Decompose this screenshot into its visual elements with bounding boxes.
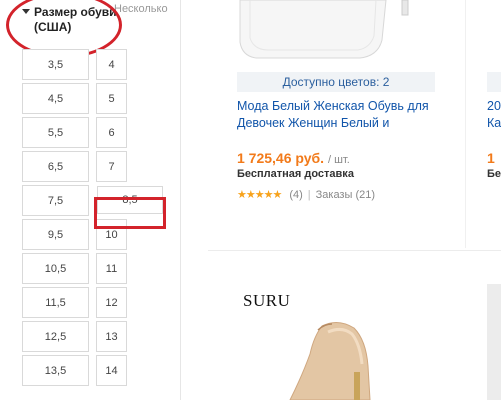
partial-shipping-label: Бе (487, 168, 501, 180)
partial-title-line-1: 20 (487, 99, 501, 113)
price-unit: / шт. (327, 154, 350, 166)
brand-logo-text: SURU (243, 291, 291, 310)
size-option-right[interactable]: 13 (96, 321, 127, 352)
size-option-right[interactable]: 7 (96, 151, 127, 182)
size-option-right[interactable]: 5 (96, 83, 127, 114)
partial-product-price: 1 (487, 150, 495, 166)
size-option-left[interactable]: 7,5 (22, 185, 89, 216)
partial-product-image[interactable] (487, 284, 501, 400)
size-filter-panel: Размер обуви (США) Несколько 3,5 4,5 5,5 6,… (0, 0, 180, 400)
colors-available-badge: Доступно цветов: 2 (237, 72, 435, 92)
sidebar-divider (180, 0, 181, 400)
star-rating-icon: ★★★★★ (237, 189, 282, 201)
size-option-left[interactable]: 12,5 (22, 321, 89, 352)
size-option-left[interactable]: 6,5 (22, 151, 89, 182)
size-option-left[interactable]: 9,5 (22, 219, 89, 250)
size-option-left[interactable]: 10,5 (22, 253, 89, 284)
size-option-right[interactable]: 4 (96, 49, 127, 80)
size-option-right[interactable]: 14 (96, 355, 127, 386)
product-image-heel[interactable] (250, 318, 410, 401)
size-option-left[interactable]: 11,5 (22, 287, 89, 318)
separator: | (307, 188, 311, 201)
grid-divider-horizontal (208, 250, 501, 251)
review-count-link[interactable]: (4) (289, 189, 302, 201)
colors-available-badge-partial (487, 72, 501, 92)
rating-row: ★★★★★ (4) | Заказы (21) (237, 188, 376, 202)
product-title-link[interactable]: Мода Белый Женская Обувь для Девочек Жен… (237, 98, 437, 132)
orders-count: Заказы (21) (315, 188, 376, 201)
product-price: 1 725,46 руб. / шт. (237, 150, 350, 166)
filter-multiple-link[interactable]: Несколько (114, 3, 168, 15)
partial-title-line-2: Ка (487, 116, 501, 130)
price-value: 1 725,46 руб. (237, 150, 325, 166)
partial-product-title-link[interactable]: 20 Ка (487, 98, 501, 132)
size-option-left[interactable]: 5,5 (22, 117, 89, 148)
annotation-highlight-box (94, 197, 166, 229)
size-option-right[interactable]: 12 (96, 287, 127, 318)
size-option-left[interactable]: 3,5 (22, 49, 89, 80)
product-image[interactable] (210, 0, 450, 62)
size-option-right[interactable]: 11 (96, 253, 127, 284)
grid-divider-vertical (465, 0, 466, 248)
size-option-left[interactable]: 4,5 (22, 83, 89, 114)
shipping-label: Бесплатная доставка (237, 168, 354, 180)
size-option-right[interactable]: 6 (96, 117, 127, 148)
size-option-left[interactable]: 13,5 (22, 355, 89, 386)
